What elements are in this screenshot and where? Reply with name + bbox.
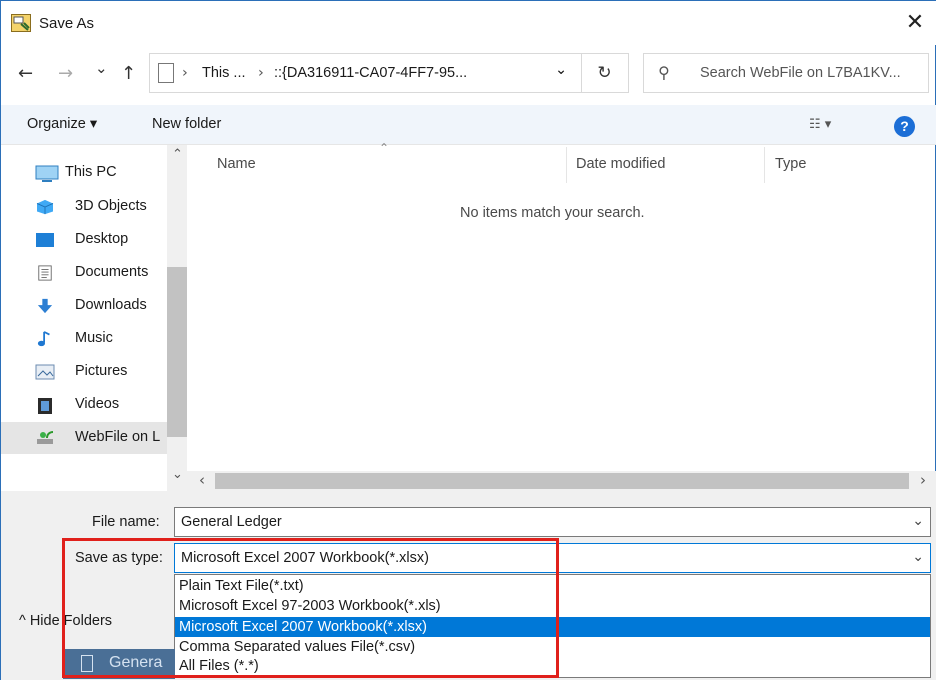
breadcrumb-this-pc[interactable]: This ... xyxy=(202,65,246,81)
monitor-icon xyxy=(35,165,59,182)
sidebar-item-label: Pictures xyxy=(75,363,128,379)
view-options-icon[interactable]: ☷ ▾ xyxy=(809,117,831,132)
back-icon[interactable]: ← xyxy=(18,63,33,84)
sidebar-item-label: Documents xyxy=(75,264,149,280)
type-option-xls[interactable]: Microsoft Excel 97-2003 Workbook(*.xls) xyxy=(175,596,930,616)
download-arrow-icon xyxy=(37,298,53,314)
type-option-txt[interactable]: Plain Text File(*.txt) xyxy=(175,576,930,596)
sidebar-item-label: WebFile on L xyxy=(75,429,161,445)
sort-ascending-icon: ⌃ xyxy=(379,141,390,155)
help-icon[interactable]: ? xyxy=(894,116,915,137)
scrollbar-thumb[interactable] xyxy=(215,473,909,489)
scroll-right-icon[interactable]: › xyxy=(920,471,926,489)
navigation-pane-scrollbar[interactable]: ⌃ ⌄ xyxy=(167,145,187,491)
taskbar-item-label: Genera xyxy=(109,654,163,671)
desktop-icon xyxy=(36,233,54,247)
sidebar-item-label: Downloads xyxy=(75,297,147,313)
scroll-left-icon[interactable]: ‹ xyxy=(199,471,205,489)
address-dropdown-chevron-icon[interactable]: ⌄ xyxy=(555,62,567,78)
up-icon[interactable]: ↑ xyxy=(121,63,136,84)
column-header-date-modified[interactable]: Date modified xyxy=(576,156,665,172)
type-option-csv[interactable]: Comma Separated values File(*.csv) xyxy=(175,637,930,657)
address-bar[interactable]: › This ... › ::{DA316911-CA07-4FF7-95...… xyxy=(149,53,629,93)
music-note-icon xyxy=(37,331,50,347)
sidebar-item-webfile[interactable]: WebFile on L xyxy=(1,422,167,454)
save-as-type-label: Save as type: xyxy=(75,550,163,566)
save-as-type-select[interactable]: Microsoft Excel 2007 Workbook(*.xlsx) ⌄ xyxy=(174,543,931,573)
sidebar-item-label: Desktop xyxy=(75,231,129,247)
column-header-name[interactable]: Name xyxy=(217,156,256,172)
scroll-up-icon[interactable]: ⌃ xyxy=(172,147,183,162)
search-icon: ⚲ xyxy=(658,63,670,82)
breadcrumb-guid-folder[interactable]: ::{DA316911-CA07-4FF7-95... xyxy=(274,65,467,81)
sidebar-item-label: 3D Objects xyxy=(75,198,147,214)
film-icon xyxy=(38,398,52,414)
search-placeholder: Search WebFile on L7BA1KV... xyxy=(700,65,901,81)
sidebar-item-pictures[interactable]: Pictures xyxy=(31,356,181,388)
sidebar-item-label: This PC xyxy=(65,164,117,180)
sidebar-item-downloads[interactable]: Downloads xyxy=(31,290,181,322)
sidebar-item-3d-objects[interactable]: 3D Objects xyxy=(31,191,181,223)
sidebar-item-this-pc[interactable]: This PC xyxy=(31,157,181,189)
sidebar-item-label: Music xyxy=(75,330,113,346)
window-title: Save As xyxy=(39,15,95,32)
organize-button[interactable]: Organize ▾ xyxy=(27,116,97,132)
chevron-down-icon[interactable]: ⌄ xyxy=(912,549,924,565)
command-bar: Organize ▾ New folder ☷ ▾ ? xyxy=(1,105,936,145)
sidebar-item-label: Videos xyxy=(75,396,120,412)
scrollbar-thumb[interactable] xyxy=(167,267,187,437)
forward-icon[interactable]: → xyxy=(58,63,73,84)
file-name-input[interactable]: General Ledger ⌄ xyxy=(174,507,931,537)
cube-icon xyxy=(36,199,54,215)
column-divider[interactable] xyxy=(566,147,567,183)
sidebar-item-videos[interactable]: Videos xyxy=(31,389,181,421)
type-option-all-files[interactable]: All Files (*.*) xyxy=(175,656,930,676)
close-icon[interactable]: ✕ xyxy=(897,7,933,39)
document-icon xyxy=(81,655,93,672)
hide-folders-button[interactable]: ^ Hide Folders xyxy=(19,613,112,629)
chevron-down-icon[interactable]: ⌄ xyxy=(912,513,924,529)
taskbar-item[interactable]: Genera xyxy=(63,649,175,679)
title-bar: Save As ✕ xyxy=(1,1,936,45)
save-as-type-value: Microsoft Excel 2007 Workbook(*.xlsx) xyxy=(181,550,429,566)
file-name-value: General Ledger xyxy=(181,514,282,530)
refresh-icon[interactable]: ↻ xyxy=(581,53,627,93)
recent-locations-chevron-icon[interactable]: ⌄ xyxy=(95,59,108,77)
page-icon xyxy=(158,63,174,83)
column-divider[interactable] xyxy=(764,147,765,183)
type-option-xlsx[interactable]: Microsoft Excel 2007 Workbook(*.xlsx) xyxy=(175,617,930,637)
scroll-down-icon[interactable]: ⌄ xyxy=(172,467,183,482)
file-list-horizontal-scrollbar[interactable]: ‹ › xyxy=(187,471,936,491)
new-folder-button[interactable]: New folder xyxy=(152,116,221,132)
empty-list-message: No items match your search. xyxy=(460,205,645,221)
save-as-dialog: Save As ✕ ← → ⌄ ↑ › This ... › ::{DA3169… xyxy=(0,0,936,680)
search-box[interactable]: ⚲ Search WebFile on L7BA1KV... xyxy=(643,53,929,93)
save-as-type-dropdown-list: Plain Text File(*.txt) Microsoft Excel 9… xyxy=(174,574,931,678)
column-header-type[interactable]: Type xyxy=(775,156,806,172)
sidebar-item-desktop[interactable]: Desktop xyxy=(31,224,181,256)
document-icon xyxy=(38,265,52,281)
save-as-app-icon xyxy=(11,14,31,32)
navigation-pane: This PC 3D Objects Desktop Documents Dow… xyxy=(1,145,187,491)
breadcrumb-separator-icon: › xyxy=(182,65,188,81)
picture-icon xyxy=(35,364,55,380)
sidebar-item-documents[interactable]: Documents xyxy=(31,257,181,289)
sidebar-item-music[interactable]: Music xyxy=(31,323,181,355)
file-name-label: File name: xyxy=(92,514,160,530)
breadcrumb-separator-icon: › xyxy=(258,65,264,81)
network-drive-icon xyxy=(37,431,54,444)
